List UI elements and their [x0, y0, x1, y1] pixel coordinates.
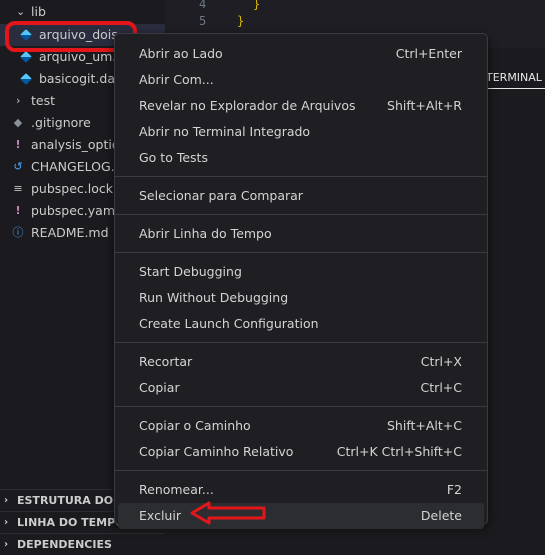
menu-separator [115, 406, 487, 407]
menu-item-label: Abrir ao Lado [139, 46, 223, 61]
dart-icon [19, 68, 33, 92]
menu-item-shortcut: Ctrl+X [420, 354, 462, 369]
menu-item-label: Selecionar para Comparar [139, 188, 303, 203]
menu-item-renomear[interactable]: Renomear... F2 [115, 477, 487, 503]
menu-item-label: Start Debugging [139, 264, 242, 279]
file-label: analysis_optio [31, 137, 120, 152]
file-label: pubspec.yaml [31, 203, 119, 218]
menu-item-copiar-o-caminho[interactable]: Copiar o Caminho Shift+Alt+C [115, 413, 487, 439]
section-label: DEPENDENCIES [17, 538, 112, 551]
menu-item-label: Excluir [139, 508, 181, 523]
file-label: pubspec.lock [31, 181, 114, 196]
context-menu: Abrir ao Lado Ctrl+Enter Abrir Com... Revel… [114, 33, 488, 529]
chevron-right-icon: › [4, 495, 9, 506]
chevron-right-icon: › [16, 94, 21, 107]
line-number: 4 [199, 0, 207, 11]
menu-item-label: Copiar [139, 380, 180, 395]
lock-icon: ≡ [13, 182, 23, 195]
menu-item-label: Abrir no Terminal Integrado [139, 124, 311, 139]
menu-item-label: Copiar Caminho Relativo [139, 444, 294, 459]
folder-label: lib [31, 4, 46, 19]
tab-underline [486, 88, 545, 89]
annotation-arrow-icon [190, 501, 266, 525]
chevron-right-icon: › [4, 539, 9, 550]
menu-item-label: Abrir Linha do Tempo [139, 226, 272, 241]
menu-item-abrir-no-terminal-integrado[interactable]: Abrir no Terminal Integrado [115, 119, 487, 145]
chevron-right-icon: › [4, 517, 9, 528]
menu-item-shortcut: Ctrl+Enter [395, 46, 462, 61]
menu-item-shortcut: Ctrl+C [420, 380, 462, 395]
file-label: README.md [31, 225, 109, 240]
menu-item-copiar[interactable]: Copiar Ctrl+C [115, 375, 487, 401]
menu-item-abrir-linha-do-tempo[interactable]: Abrir Linha do Tempo [115, 221, 487, 247]
menu-separator [115, 342, 487, 343]
yaml-icon: ! [15, 204, 21, 217]
menu-item-label: Revelar no Explorador de Arquivos [139, 98, 356, 113]
menu-item-shortcut: Shift+Alt+C [386, 418, 462, 433]
menu-item-label: Recortar [139, 354, 193, 369]
chevron-down-icon: ⌄ [16, 5, 26, 18]
menu-item-shortcut: Delete [420, 508, 462, 523]
menu-item-recortar[interactable]: Recortar Ctrl+X [115, 349, 487, 375]
code-line: } [237, 14, 245, 28]
menu-item-excluir[interactable]: Excluir Delete [118, 503, 484, 529]
menu-item-shortcut: F2 [446, 482, 462, 497]
menu-separator [115, 252, 487, 253]
tab-terminal[interactable]: TERMINAL [486, 68, 545, 88]
changelog-icon: ↺ [13, 160, 23, 173]
menu-item-copiar-caminho-relativo[interactable]: Copiar Caminho Relativo Ctrl+K Ctrl+Shift… [115, 439, 487, 465]
menu-item-label: Create Launch Configuration [139, 316, 319, 331]
info-icon: ⓘ [12, 226, 24, 239]
menu-item-create-launch-configuration[interactable]: Create Launch Configuration [115, 311, 487, 337]
menu-item-abrir-com[interactable]: Abrir Com... [115, 67, 487, 93]
menu-item-label: Go to Tests [139, 150, 208, 165]
menu-item-start-debugging[interactable]: Start Debugging [115, 259, 487, 285]
menu-item-shortcut: Ctrl+K Ctrl+Shift+C [336, 444, 462, 459]
menu-item-revelar-no-explorador-de-arquivos[interactable]: Revelar no Explorador de Arquivos Shift+A… [115, 93, 487, 119]
menu-item-label: Copiar o Caminho [139, 418, 251, 433]
tree-folder-lib[interactable]: ⌄ lib [0, 1, 165, 23]
yaml-icon: ! [15, 138, 21, 151]
menu-item-selecionar-para-comparar[interactable]: Selecionar para Comparar [115, 183, 487, 209]
menu-separator [115, 470, 487, 471]
line-number: 5 [199, 14, 207, 28]
section-dependencies[interactable]: › DEPENDENCIES [0, 533, 165, 555]
code-line: } [253, 0, 261, 11]
file-label: CHANGELOG.m [31, 159, 127, 174]
menu-item-label: Run Without Debugging [139, 290, 289, 305]
section-label: LINHA DO TEMPO [17, 516, 125, 529]
menu-item-shortcut: Shift+Alt+R [387, 98, 462, 113]
menu-separator [115, 214, 487, 215]
menu-separator [115, 176, 487, 177]
git-icon: ◆ [13, 116, 23, 129]
file-label: basicogit.dar [39, 71, 121, 86]
folder-label: test [31, 93, 56, 108]
file-label: .gitignore [31, 115, 91, 130]
menu-item-label: Abrir Com... [139, 72, 214, 87]
menu-item-abrir-ao-lado[interactable]: Abrir ao Lado Ctrl+Enter [115, 41, 487, 67]
menu-item-go-to-tests[interactable]: Go to Tests [115, 145, 487, 171]
menu-item-run-without-debugging[interactable]: Run Without Debugging [115, 285, 487, 311]
